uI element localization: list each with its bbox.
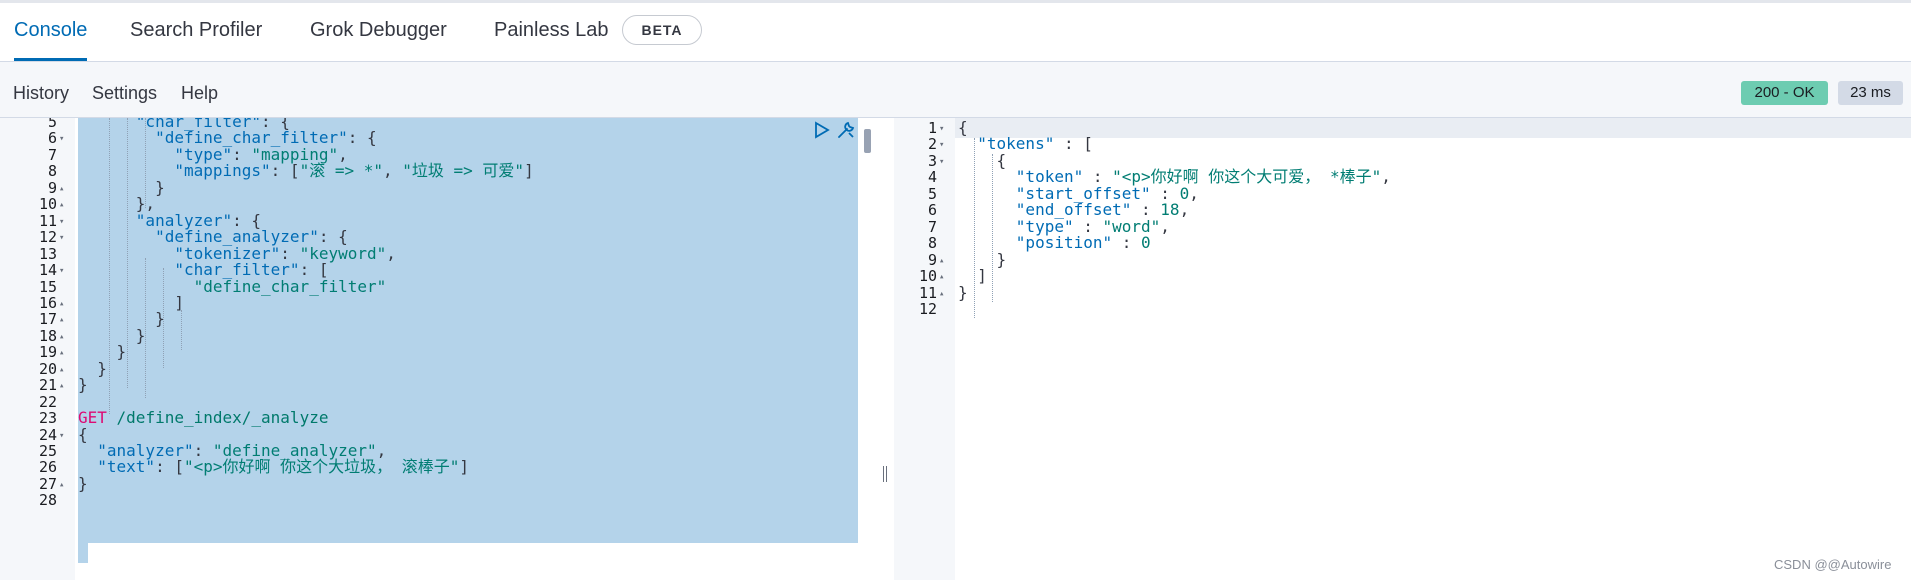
request-editor[interactable]: 5 6 ▾ 7 8 9 ▴ 10 ▴ 11 ▾ 12 ▾ 13 14 ▾ 15 16 ▴ 17 ▴ 18 ▴ 19 ▴ 20 ▴ 21…	[0, 118, 878, 580]
fold-arrow-icon[interactable]: ▴	[59, 376, 71, 396]
tab-search-profiler[interactable]: Search Profiler	[130, 3, 262, 61]
code-line[interactable]: GET /define_index/_analyze	[78, 408, 328, 428]
beta-badge: BETA	[622, 15, 702, 45]
pane-divider[interactable]	[878, 118, 894, 580]
tab-console[interactable]: Console	[14, 3, 88, 61]
fold-arrow-icon[interactable]: ▾	[59, 261, 71, 281]
fold-arrow-icon[interactable]: ▴	[939, 284, 951, 304]
tab-painless-lab[interactable]: Painless Lab	[494, 3, 609, 61]
response-code[interactable]: { "tokens" : [ { "token" : "<p>你好啊 你这个大可…	[955, 118, 1911, 580]
request-scrollbar[interactable]	[864, 129, 871, 153]
fold-arrow-icon[interactable]: ▴	[59, 475, 71, 495]
fold-arrow-icon[interactable]: ▾	[59, 426, 71, 446]
tab-grok-debugger[interactable]: Grok Debugger	[310, 3, 447, 61]
tab-bar: Console Search Profiler Grok Debugger Pa…	[0, 3, 1911, 62]
text-selection	[78, 118, 858, 543]
indent-guide	[163, 268, 164, 368]
status-badge: 200 - OK	[1741, 81, 1828, 105]
indent-guide	[145, 258, 146, 398]
code-line[interactable]: }	[958, 283, 968, 303]
console-toolbar: History Settings Help	[0, 62, 1911, 118]
line-number: 28	[38, 491, 57, 510]
code-line[interactable]: }	[78, 375, 88, 395]
indent-guide	[145, 118, 146, 208]
fold-arrow-icon[interactable]: ▾	[939, 152, 951, 172]
wrench-icon[interactable]	[836, 120, 856, 145]
code-line[interactable]: }	[78, 474, 88, 494]
line-number: 12	[918, 299, 937, 318]
indent-guide	[974, 138, 975, 318]
indent-guide	[127, 118, 128, 388]
request-code[interactable]: "char_filter": { "define_char_filter": {…	[75, 118, 878, 580]
help-link[interactable]: Help	[181, 83, 218, 104]
indent-guide	[109, 118, 110, 414]
text-selection-end	[78, 543, 88, 563]
response-viewer[interactable]: 1 ▾ 2 ▾ 3 ▾ 4 5 6 7 8 9 ▴ 10 ▴ 11 ▴ 12 { "tokens" : [ { "…	[894, 118, 1911, 580]
resize-handle-icon[interactable]	[883, 466, 887, 482]
fold-arrow-icon[interactable]: ▾	[59, 129, 71, 149]
watermark: CSDN @@Autowire	[1774, 557, 1892, 572]
indent-guide	[992, 154, 993, 302]
code-line[interactable]: "text": ["<p>你好啊 你这个大垃圾， 滚棒子"]	[78, 457, 469, 477]
request-gutter: 5 6 ▾ 7 8 9 ▴ 10 ▴ 11 ▾ 12 ▾ 13 14 ▾ 15 16 ▴ 17 ▴ 18 ▴ 19 ▴ 20 ▴ 21…	[0, 118, 75, 580]
indent-guide	[181, 310, 182, 350]
response-gutter: 1 ▾ 2 ▾ 3 ▾ 4 5 6 7 8 9 ▴ 10 ▴ 11 ▴ 12	[894, 118, 955, 580]
request-time-badge: 23 ms	[1838, 81, 1903, 105]
settings-link[interactable]: Settings	[92, 83, 157, 104]
history-link[interactable]: History	[13, 83, 69, 104]
active-line	[955, 118, 1911, 138]
fold-arrow-icon[interactable]: ▾	[59, 228, 71, 248]
play-icon[interactable]	[814, 121, 830, 144]
